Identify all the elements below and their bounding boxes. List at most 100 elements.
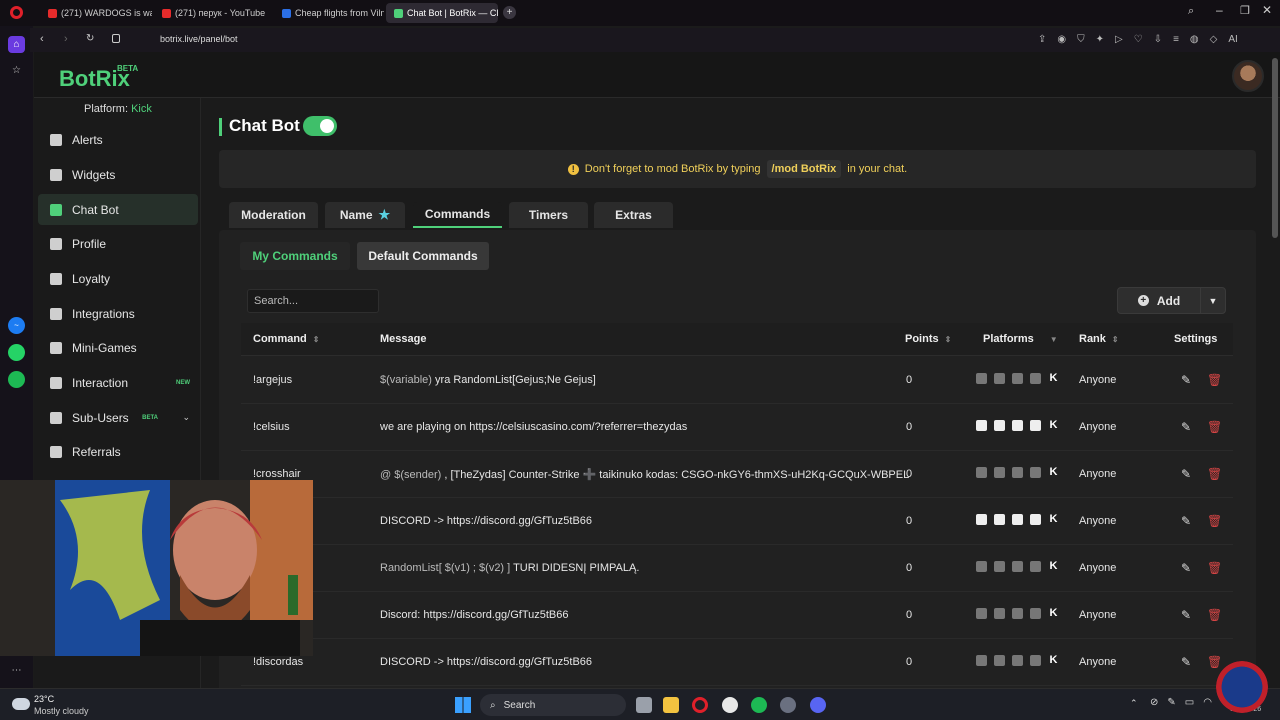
command-name[interactable]: !crosshair	[253, 468, 301, 480]
sidebar-item-referrals[interactable]: Referrals	[38, 436, 198, 467]
command-name[interactable]: !celsius	[253, 421, 290, 433]
wifi-icon[interactable]: ◠	[1203, 697, 1212, 708]
file-explorer-icon[interactable]	[663, 697, 679, 713]
browser-tab[interactable]: (271) перук - YouTube	[154, 3, 272, 23]
tab-name[interactable]: Name ★	[325, 202, 405, 228]
sidebar-item-widgets[interactable]: Widgets	[38, 159, 198, 190]
command-name[interactable]: !argejus	[253, 374, 292, 386]
spotify-icon[interactable]	[8, 371, 25, 388]
obs-icon[interactable]	[722, 697, 738, 713]
subtab-default-commands[interactable]: Default Commands	[357, 242, 489, 270]
page-scrollbar[interactable]	[1272, 58, 1278, 238]
delete-icon[interactable]: 🗑	[1207, 467, 1222, 481]
pen-icon[interactable]: ✎	[1167, 697, 1175, 708]
spotify-icon[interactable]	[751, 697, 767, 713]
edit-icon[interactable]: ✎	[1181, 514, 1191, 528]
command-name[interactable]: !discordas	[253, 656, 303, 668]
edit-icon[interactable]: ✎	[1181, 467, 1191, 481]
browser-tab[interactable]: (271) WARDOGS is way b	[40, 3, 152, 23]
minimize-icon[interactable]: –	[1216, 3, 1223, 17]
search-tabs-icon[interactable]: ⌕	[1188, 5, 1194, 18]
table-row[interactable]: !argejus $(variable) yra RandomList[Geju…	[241, 357, 1233, 404]
share-icon[interactable]: ⇪	[1038, 34, 1046, 45]
filter-icon[interactable]: ▼	[1050, 335, 1058, 344]
column-points[interactable]: Points ⇕	[905, 333, 951, 345]
edit-icon[interactable]: ✎	[1181, 655, 1191, 669]
delete-icon[interactable]: 🗑	[1207, 514, 1222, 528]
sidebar-item-alerts[interactable]: Alerts	[38, 124, 198, 155]
shield-icon[interactable]: ⛉	[1077, 34, 1085, 45]
add-dropdown-button[interactable]: ▼	[1200, 287, 1226, 314]
edit-icon[interactable]: ✎	[1181, 561, 1191, 575]
tray-chevron-icon[interactable]: ⌃	[1130, 698, 1138, 709]
maximize-icon[interactable]: ❐	[1240, 4, 1250, 17]
download-icon[interactable]: ⇩	[1154, 34, 1162, 45]
whatsapp-icon[interactable]	[8, 344, 25, 361]
user-avatar[interactable]	[1232, 60, 1264, 92]
sidebar-item-loyalty[interactable]: Loyalty	[38, 263, 198, 294]
back-icon[interactable]: ‹	[40, 33, 44, 45]
delete-icon[interactable]: 🗑	[1207, 373, 1222, 387]
close-icon[interactable]: ✕	[1262, 3, 1272, 17]
table-row[interactable]: RandomList[ $(v1) ; $(v2) ] TURI DIDESNĮ…	[241, 545, 1233, 592]
edit-icon[interactable]: ✎	[1181, 373, 1191, 387]
network-icon[interactable]: ⊘	[1150, 697, 1158, 708]
opera-icon[interactable]	[692, 697, 708, 713]
tab-moderation[interactable]: Moderation	[229, 202, 318, 228]
delete-icon[interactable]: 🗑	[1207, 561, 1222, 575]
sort-icon[interactable]: ⇕	[945, 335, 952, 344]
steam-icon[interactable]	[780, 697, 796, 713]
chat-bot-toggle[interactable]	[303, 116, 337, 136]
ai-button[interactable]: AI	[1228, 34, 1237, 45]
delete-icon[interactable]: 🗑	[1207, 655, 1222, 669]
sidebar-item-profile[interactable]: Profile	[38, 228, 198, 259]
column-command[interactable]: Command ⇕	[253, 333, 319, 345]
sidebar-item-mini-games[interactable]: Mini-Games	[38, 332, 198, 363]
discord-icon[interactable]	[810, 697, 826, 713]
edit-icon[interactable]: ✎	[1181, 420, 1191, 434]
play-icon[interactable]: ▷	[1115, 34, 1123, 45]
tab-commands[interactable]: Commands	[413, 202, 502, 228]
display-icon[interactable]: ▭	[1185, 697, 1194, 708]
sort-icon[interactable]: ⇕	[313, 335, 320, 344]
taskbar-search[interactable]: ⌕ Search	[480, 694, 626, 716]
menu-icon[interactable]: ≡	[1173, 34, 1179, 45]
table-row[interactable]: !discordas DISCORD -> https://discord.gg…	[241, 639, 1233, 686]
browser-tab[interactable]: Cheap flights from Vilnius	[274, 3, 384, 23]
tab-extras[interactable]: Extras	[594, 202, 673, 228]
star-icon[interactable]: ☆	[8, 62, 25, 79]
messenger-icon[interactable]: ~	[8, 317, 25, 334]
table-row[interactable]: Discord: https://discord.gg/GfTuz5tB66 0…	[241, 592, 1233, 639]
more-icon[interactable]: ⋯	[8, 662, 25, 679]
table-row[interactable]: !celsius we are playing on https://celsi…	[241, 404, 1233, 451]
sidebar-item-chat-bot[interactable]: Chat Bot	[38, 194, 198, 225]
sidebar-item-sub-users[interactable]: Sub-Users BETA ⌄	[38, 402, 198, 433]
weather-desc[interactable]: Mostly cloudy	[34, 706, 89, 716]
sidebar-item-interaction[interactable]: Interaction NEW	[38, 367, 198, 398]
delete-icon[interactable]: 🗑	[1207, 608, 1222, 622]
weather-icon[interactable]	[12, 698, 30, 710]
sidebar-item-integrations[interactable]: Integrations	[38, 298, 198, 329]
task-view-icon[interactable]	[636, 697, 652, 713]
opera-logo-icon[interactable]	[10, 6, 23, 19]
add-command-button[interactable]: + Add	[1117, 287, 1201, 314]
browser-tab-active[interactable]: Chat Bot | BotRix — Clou	[386, 3, 498, 23]
windows-start-icon[interactable]	[455, 697, 471, 713]
column-rank[interactable]: Rank ⇕	[1079, 333, 1119, 345]
sort-icon[interactable]: ⇕	[1112, 335, 1119, 344]
profile-icon[interactable]: ◍	[1190, 34, 1199, 45]
camera-icon[interactable]: ◉	[1057, 34, 1066, 45]
search-input[interactable]	[247, 289, 379, 313]
table-row[interactable]: DISCORD -> https://discord.gg/GfTuz5tB66…	[241, 498, 1233, 545]
table-row[interactable]: !crosshair @ $(sender) , [TheZydas] Coun…	[241, 451, 1233, 498]
reload-icon[interactable]: ↻	[86, 33, 94, 44]
weather-temp[interactable]: 23°C	[34, 694, 54, 704]
delete-icon[interactable]: 🗑	[1207, 420, 1222, 434]
new-tab-icon[interactable]: +	[503, 6, 516, 19]
subtab-my-commands[interactable]: My Commands	[240, 242, 350, 270]
home-icon[interactable]: ⌂	[8, 36, 25, 53]
chevron-down-icon[interactable]: ⌄	[182, 412, 190, 423]
url-text[interactable]: botrix.live/panel/bot	[160, 34, 238, 44]
forward-icon[interactable]: ›	[64, 33, 68, 45]
tab-timers[interactable]: Timers	[509, 202, 588, 228]
